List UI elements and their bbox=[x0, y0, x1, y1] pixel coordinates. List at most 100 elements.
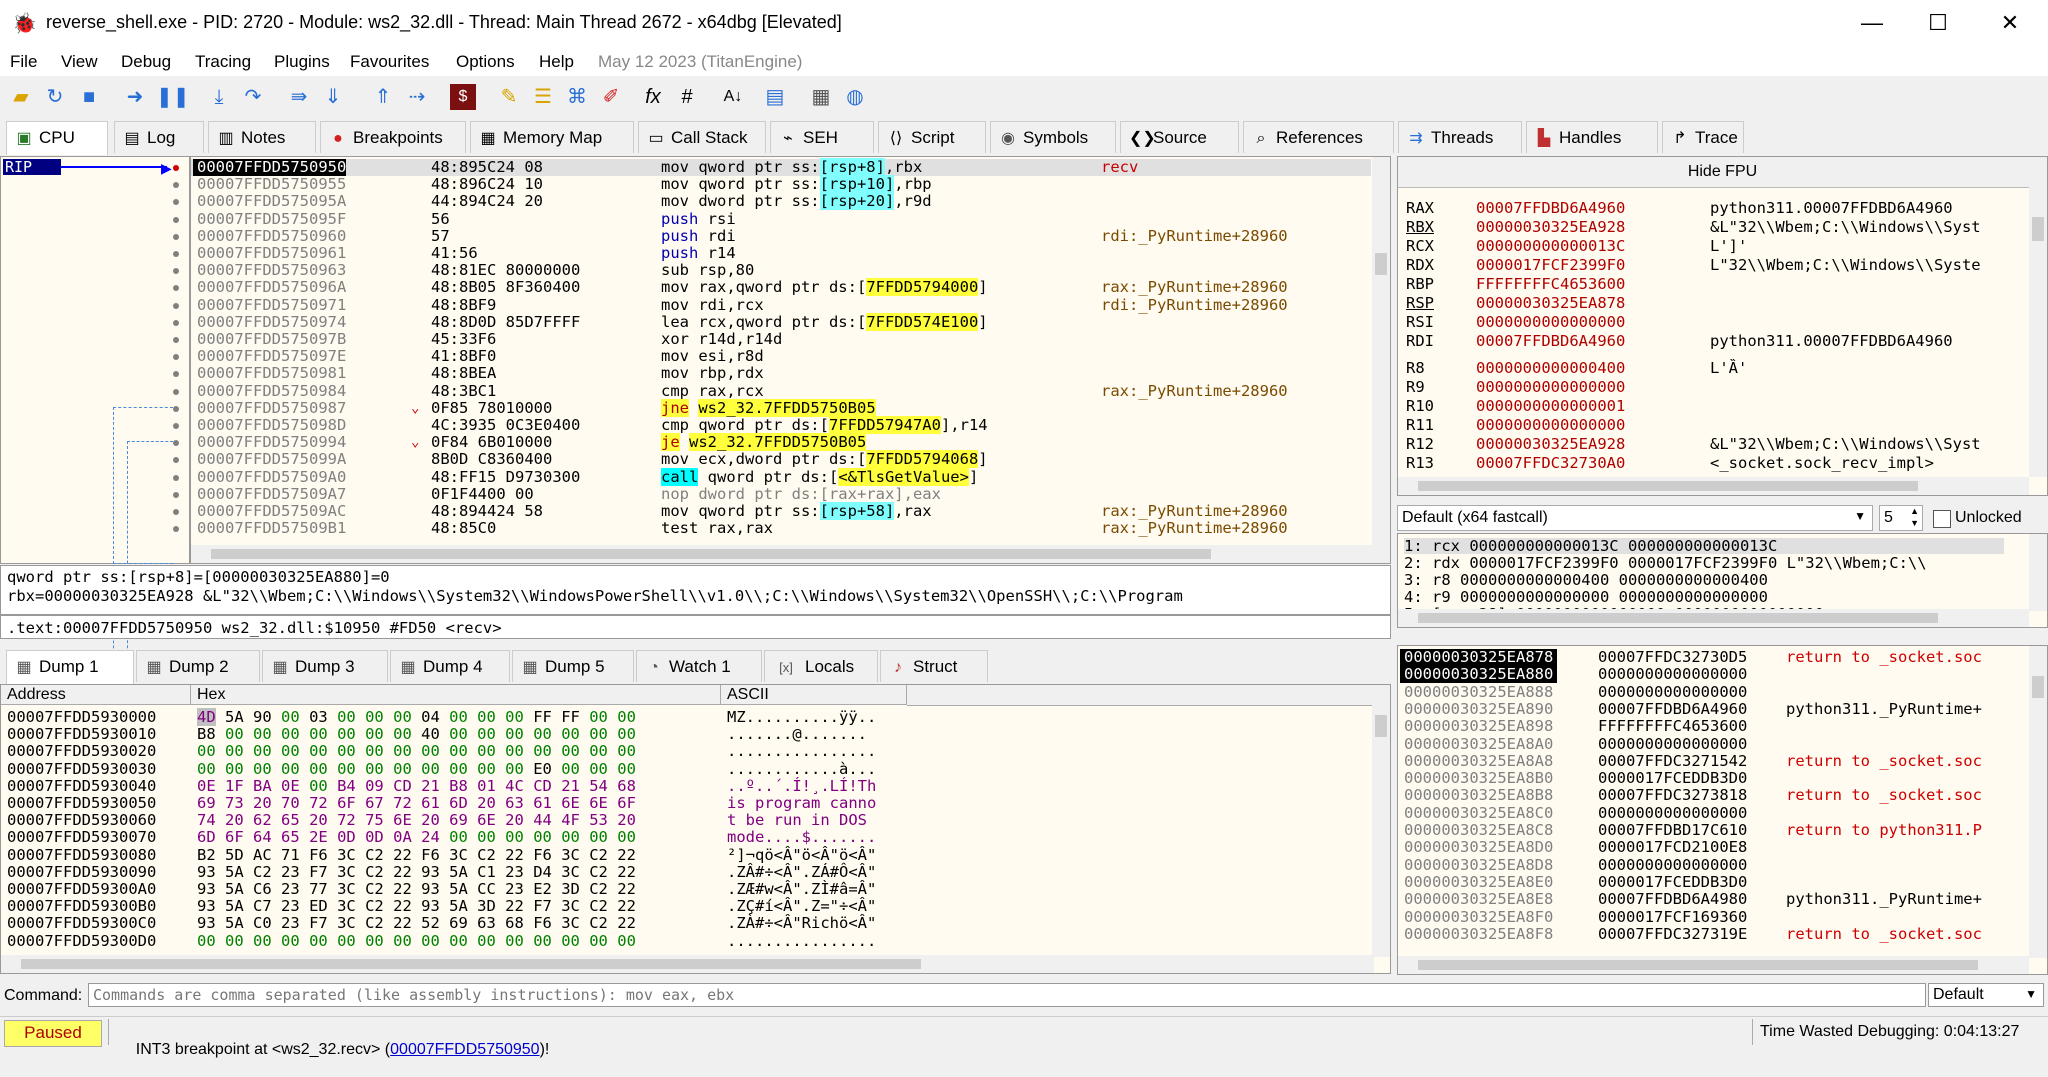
strings-icon[interactable]: A↓ bbox=[720, 84, 746, 110]
register-value[interactable]: 00000030325EA878 bbox=[1476, 294, 1625, 312]
stack-row[interactable]: 00000030325EA888 0000000000000000 bbox=[1398, 683, 2028, 701]
dump-vscroll[interactable] bbox=[1372, 685, 1390, 957]
tab-notes[interactable]: ▥ Notes bbox=[208, 121, 316, 153]
stack-row[interactable]: 00000030325EA8B8 00007FFDC3273818 return t… bbox=[1398, 787, 2028, 804]
register-value[interactable]: 0000000000000000 bbox=[1476, 378, 1625, 396]
step-over-icon[interactable]: ↷ bbox=[240, 84, 266, 110]
breakpoint-dot[interactable] bbox=[173, 199, 179, 206]
tab-breakpoints[interactable]: ● Breakpoints bbox=[320, 121, 466, 153]
breakpoint-dot[interactable] bbox=[173, 302, 179, 309]
register-row-rdx[interactable]: RDX 0000017FCF2399F0 L"32\\Wbem;C:\\Window… bbox=[1406, 256, 2026, 274]
register-row-rbx[interactable]: RBX 00000030325EA928 &L"32\\Wbem;C:\\Windo… bbox=[1406, 218, 2026, 236]
spin-down-icon[interactable]: ▼ bbox=[1910, 518, 1919, 528]
menu-plugins[interactable]: Plugins bbox=[274, 52, 330, 72]
pause-icon[interactable]: ❚❚ bbox=[156, 84, 190, 110]
register-value[interactable]: FFFFFFFFC4653600 bbox=[1476, 275, 1625, 293]
breakpoint-dot[interactable] bbox=[173, 440, 179, 447]
register-value[interactable]: 00000030325EA928 bbox=[1476, 218, 1625, 236]
tab-cpu[interactable]: ▣ CPU bbox=[6, 121, 108, 155]
trace-into-icon[interactable]: ⇛ bbox=[286, 84, 312, 110]
menu-file[interactable]: File bbox=[10, 52, 37, 72]
breakpoint-dot[interactable] bbox=[173, 457, 179, 464]
tab-call-stack[interactable]: ▭ Call Stack bbox=[638, 121, 766, 153]
stack-row[interactable]: 00000030325EA8A0 0000000000000000 bbox=[1398, 735, 2028, 753]
register-value[interactable]: 0000017FCF2399F0 bbox=[1476, 256, 1625, 274]
spin-up-icon[interactable]: ▲ bbox=[1910, 506, 1919, 516]
step-into-icon[interactable]: ⤓ bbox=[206, 84, 232, 110]
disasm-row[interactable]: 00007FFDD5750981 48:8BEA mov rbp,rdx bbox=[191, 365, 1371, 382]
disasm-row[interactable]: 00007FFDD5750971 48:8BF9 mov rdi,rcx rdi:_P… bbox=[191, 296, 1371, 314]
close-button[interactable]: ✕ bbox=[1980, 4, 2040, 42]
hide-fpu-button[interactable]: Hide FPU bbox=[1398, 157, 2047, 188]
arguments-pane[interactable]: 1: rcx 000000000000013C 000000000000013C… bbox=[1397, 533, 2048, 628]
functions-icon[interactable]: fx bbox=[640, 84, 666, 110]
dump-hscroll[interactable] bbox=[1, 955, 1374, 973]
register-row-r11[interactable]: R11 0000000000000000 bbox=[1406, 416, 2026, 434]
stack-row[interactable]: 00000030325EA878 00007FFDC32730D5 return t… bbox=[1398, 649, 2028, 666]
tab-handles[interactable]: ▙ Handles bbox=[1526, 121, 1658, 153]
restart-icon[interactable]: ↻ bbox=[42, 84, 68, 110]
register-row-rsi[interactable]: RSI 0000000000000000 bbox=[1406, 313, 2026, 331]
args-hscroll[interactable] bbox=[1398, 609, 2029, 627]
register-value[interactable]: 00007FFDBD6A4960 bbox=[1476, 332, 1625, 350]
run-icon[interactable]: ➜ bbox=[122, 84, 148, 110]
register-vscroll[interactable] bbox=[2029, 187, 2047, 477]
disasm-row[interactable]: 00007FFDD5750984 48:3BC1 cmp rax,rcx rax:_P… bbox=[191, 382, 1371, 400]
arg-count-spinner[interactable]: 5 ▲ ▼ bbox=[1879, 505, 1923, 531]
tab-symbols[interactable]: ◉ Symbols bbox=[990, 121, 1116, 153]
breakpoint-dot[interactable] bbox=[173, 165, 179, 171]
disasm-row[interactable]: 00007FFDD575097E 41:8BF0 mov esi,r8d bbox=[191, 348, 1371, 365]
disasm-vscroll[interactable] bbox=[1372, 157, 1390, 547]
register-pane[interactable]: Hide FPU RAX 00007FFDBD6A4960 python311.00… bbox=[1397, 156, 2048, 496]
run-to-user-code-icon[interactable]: ⇢ bbox=[404, 84, 430, 110]
breakpoint-address-link[interactable]: 00007FFDD5750950 bbox=[390, 1041, 539, 1058]
argument-row[interactable]: 4: r9 0000000000000000 0000000000000000 bbox=[1404, 589, 1768, 605]
tab-watch-1[interactable]: ◔ Watch 1 bbox=[636, 650, 762, 682]
command-input[interactable]: Commands are comma separated (like assem… bbox=[88, 983, 1926, 1007]
argument-row[interactable]: 2: rdx 0000017FCF2399F0 0000017FCF2399F0… bbox=[1404, 555, 1927, 571]
tab-dump-3[interactable]: ▦ Dump 3 bbox=[262, 650, 388, 682]
breakpoint-dot[interactable] bbox=[173, 405, 179, 412]
stack-row[interactable]: 00000030325EA8D8 0000000000000000 bbox=[1398, 856, 2028, 874]
breakpoint-dot[interactable] bbox=[173, 251, 179, 257]
globe-icon[interactable]: ◍ bbox=[842, 84, 868, 110]
breakpoint-dot[interactable] bbox=[173, 268, 179, 275]
tab-struct[interactable]: ♪ Struct bbox=[880, 650, 988, 682]
calling-convention-select[interactable]: Default (x64 fastcall) ▼ bbox=[1397, 505, 1873, 531]
tab-memory-map[interactable]: ▦ Memory Map bbox=[470, 121, 634, 153]
stack-row[interactable]: 00000030325EA898 FFFFFFFFC4653600 bbox=[1398, 718, 2028, 735]
trace-over-icon[interactable]: ⇓ bbox=[320, 84, 346, 110]
disasm-row[interactable]: 00007FFDD57509AC 48:894424 58 mov qword pt… bbox=[191, 502, 1371, 520]
breakpoint-dot[interactable] bbox=[173, 319, 179, 326]
patch-icon[interactable]: ✎ bbox=[496, 84, 522, 110]
stack-row[interactable]: 00000030325EA8A8 00007FFDC3271542 return t… bbox=[1398, 752, 2028, 770]
register-row-r8[interactable]: R8 0000000000000400 L'Ȁ' bbox=[1406, 359, 2026, 377]
breakpoint-dot[interactable] bbox=[173, 371, 179, 378]
disasm-row[interactable]: 00007FFDD5750994 0F84 6B010000 je ws2_32.7… bbox=[191, 433, 1371, 452]
tab-script[interactable]: ⟨⟩ Script bbox=[878, 121, 986, 153]
register-value[interactable]: 00007FFDC32730A0 bbox=[1476, 454, 1625, 472]
calculator-icon[interactable]: ▦ bbox=[808, 84, 834, 110]
stack-row[interactable]: 00000030325EA890 00007FFDBD6A4960 python31… bbox=[1398, 700, 2028, 718]
disassembly-view[interactable]: 00007FFDD5750950 48:895C24 08 mov qword pt… bbox=[190, 156, 1391, 564]
breakpoint-dot[interactable] bbox=[173, 285, 179, 292]
labels-icon[interactable]: ⌘ bbox=[564, 84, 590, 110]
register-value[interactable]: 000000000000013C bbox=[1476, 237, 1625, 255]
disasm-row[interactable]: 00007FFDD5750963 48:81EC 80000000 sub rsp,… bbox=[191, 262, 1371, 279]
breakpoint-dot[interactable] bbox=[173, 216, 179, 223]
tab-dump-5[interactable]: ▦ Dump 5 bbox=[512, 650, 634, 682]
execute-till-return-icon[interactable]: ⇑ bbox=[370, 84, 396, 110]
stack-hscroll[interactable] bbox=[1398, 956, 2029, 974]
tab-trace[interactable]: ↱ Trace bbox=[1662, 121, 1744, 153]
tab-dump-2[interactable]: ▦ Dump 2 bbox=[136, 650, 260, 682]
breakpoint-dot[interactable] bbox=[173, 474, 179, 481]
menu-tracing[interactable]: Tracing bbox=[195, 52, 251, 72]
register-value[interactable]: 0000000000000000 bbox=[1476, 416, 1625, 434]
register-row-rsp[interactable]: RSP 00000030325EA878 bbox=[1406, 294, 2026, 312]
stack-row[interactable]: 00000030325EA8B0 0000017FCEDDB3D0 bbox=[1398, 770, 2028, 787]
argument-row[interactable]: 3: r8 0000000000000400 0000000000000400 bbox=[1404, 572, 1768, 588]
disasm-row[interactable]: 00007FFDD575097B 45:33F6 xor r14d,r14d bbox=[191, 331, 1371, 348]
disasm-row[interactable]: 00007FFDD5750974 48:8D0D 85D7FFFF lea rcx,… bbox=[191, 312, 1371, 331]
disasm-row[interactable]: 00007FFDD575098D 4C:3935 0C3E0400 cmp qwor… bbox=[191, 416, 1371, 434]
stack-vscroll[interactable] bbox=[2029, 646, 2047, 958]
